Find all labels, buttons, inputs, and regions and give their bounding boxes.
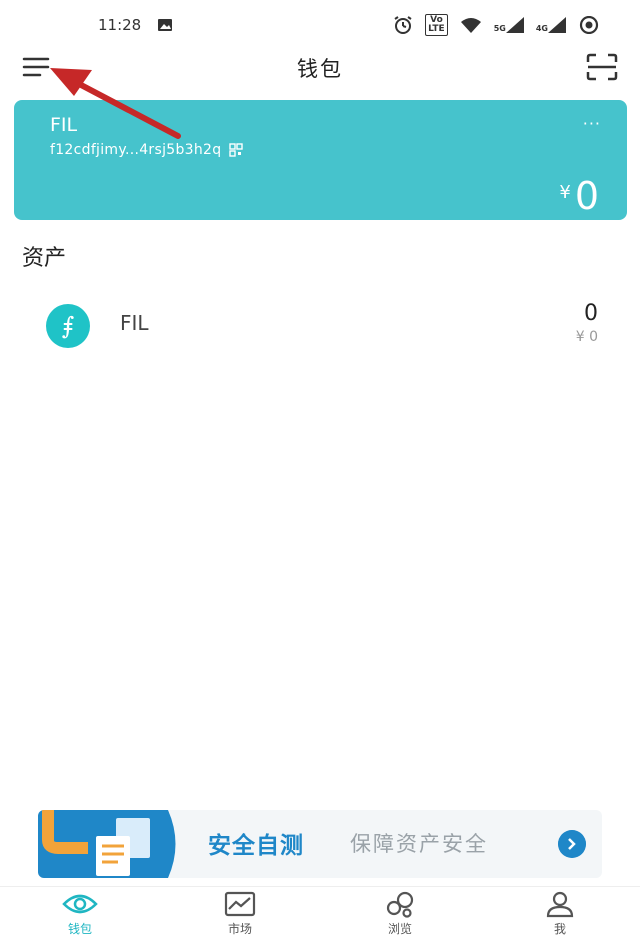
wallet-name: FIL bbox=[50, 114, 78, 136]
status-bar: 11:28 Vo LTE 5G 4G bbox=[0, 0, 640, 50]
page-title: 钱包 bbox=[297, 57, 343, 81]
volte-badge: Vo LTE bbox=[425, 14, 448, 36]
wallet-address[interactable]: f12cdfjimy...4rsj5b3h2q bbox=[50, 142, 244, 158]
nav-item-me[interactable]: 我 bbox=[480, 887, 640, 940]
header: 钱包 bbox=[0, 50, 640, 86]
wallet-address-text: f12cdfjimy...4rsj5b3h2q bbox=[50, 142, 222, 158]
status-time: 11:28 bbox=[98, 16, 142, 34]
assets-title: 资产 bbox=[22, 246, 67, 271]
browse-bubbles-icon bbox=[386, 891, 414, 918]
asset-fiat-value: ¥ 0 bbox=[575, 329, 598, 345]
chevron-right-icon[interactable] bbox=[558, 830, 586, 858]
image-notification-icon bbox=[158, 19, 173, 31]
status-right: Vo LTE 5G 4G bbox=[393, 14, 600, 36]
nav-label: 我 bbox=[553, 922, 566, 936]
wallet-balance: ¥ 0 bbox=[559, 176, 599, 216]
wifi-icon bbox=[460, 18, 481, 33]
document-illustration-icon bbox=[38, 810, 176, 878]
bottom-nav: 钱包 市场 浏览 我 bbox=[0, 886, 640, 940]
nav-item-browse[interactable]: 浏览 bbox=[320, 887, 480, 940]
banner-subtitle: 保障资产安全 bbox=[350, 832, 488, 856]
eye-icon bbox=[579, 16, 599, 34]
qr-code-icon[interactable] bbox=[229, 143, 244, 157]
signal-5g: 5G bbox=[494, 17, 524, 33]
more-options-icon[interactable]: ··· bbox=[583, 114, 601, 133]
asset-name: FIL bbox=[120, 311, 149, 335]
balance-amount: 0 bbox=[574, 174, 599, 218]
security-test-banner[interactable]: 安全自测 保障资产安全 bbox=[38, 810, 602, 878]
signal-4g: 4G bbox=[536, 17, 566, 33]
signal-bars-icon bbox=[548, 17, 566, 33]
user-icon bbox=[546, 891, 574, 918]
market-chart-icon bbox=[224, 891, 256, 917]
asset-row-fil[interactable]: ⨎ FIL 0 ¥ 0 bbox=[0, 295, 640, 355]
balance-currency: ¥ bbox=[559, 182, 571, 203]
volte-bottom: LTE bbox=[428, 24, 445, 34]
signal-bars-icon bbox=[505, 17, 524, 33]
asset-amount: 0 bbox=[584, 301, 598, 326]
status-left: 11:28 bbox=[98, 16, 173, 34]
net-4g-label: 4G bbox=[535, 24, 548, 33]
banner-title: 安全自测 bbox=[208, 833, 304, 859]
filecoin-icon: ⨎ bbox=[46, 304, 90, 348]
nav-item-market[interactable]: 市场 bbox=[160, 887, 320, 940]
nav-label: 市场 bbox=[227, 922, 252, 936]
wallet-eye-icon bbox=[62, 894, 98, 914]
alarm-icon bbox=[394, 16, 412, 34]
nav-label: 钱包 bbox=[67, 922, 92, 936]
nav-label: 浏览 bbox=[387, 922, 412, 936]
wallet-card[interactable]: FIL f12cdfjimy...4rsj5b3h2q ··· ¥ 0 bbox=[14, 100, 627, 220]
net-5g-label: 5G bbox=[493, 24, 506, 33]
scan-icon[interactable] bbox=[586, 53, 618, 81]
menu-icon[interactable] bbox=[22, 56, 50, 78]
nav-item-wallet[interactable]: 钱包 bbox=[0, 887, 160, 940]
